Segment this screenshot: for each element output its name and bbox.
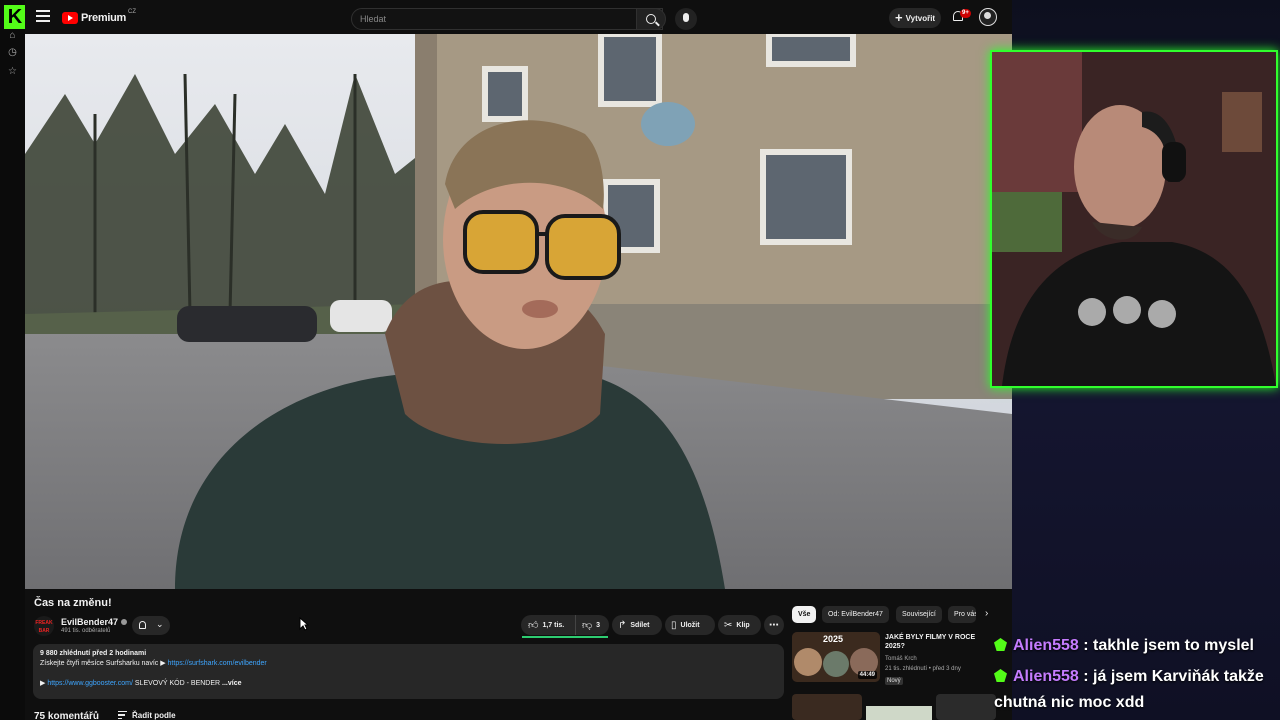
notification-badge: 9+ <box>960 9 971 18</box>
chat-message: Alien558 : já jsem Karviňák takže <box>994 668 1264 686</box>
thumbs-down-icon: 👎︎ <box>582 620 593 631</box>
more-actions-button[interactable]: ⋯ <box>764 615 784 635</box>
share-label: Sdílet <box>630 621 650 629</box>
share-icon: ↱ <box>618 619 627 631</box>
create-button[interactable]: + Vytvořit <box>889 8 941 28</box>
youtube-topbar: Premium CZ + Vytvořit 9+ <box>25 0 1012 34</box>
search-input[interactable] <box>352 9 592 29</box>
like-ratio-bar <box>522 636 608 638</box>
chat-message-continuation: chutná nic moc xdd <box>994 694 1145 711</box>
channel-name[interactable]: EvilBender47 <box>61 617 128 627</box>
new-badge: Nový <box>885 677 903 685</box>
chip-for-you[interactable]: Pro vás <box>948 606 976 623</box>
history-icon[interactable]: ◷ <box>7 47 18 58</box>
related-video-thumbnail[interactable] <box>866 706 932 720</box>
chat-text: : já jsem Karviňák takže <box>1078 668 1264 685</box>
microphone-icon <box>683 13 689 22</box>
chevron-right-icon[interactable]: › <box>985 608 988 619</box>
dislike-count: 3 <box>596 621 601 629</box>
related-video-title[interactable]: JAKÉ BYLY FILMY V ROCE 2025? <box>885 633 990 651</box>
video-player[interactable] <box>25 34 1012 589</box>
bell-icon <box>139 621 146 629</box>
description-line-1: Získejte čtyři měsíce Surfsharku navíc ▶… <box>40 659 777 667</box>
channel-avatar[interactable]: FREAK BAR <box>34 616 54 636</box>
search-button[interactable] <box>636 8 666 30</box>
create-label: Vytvořit <box>905 13 936 23</box>
like-count: 1,7 tis. <box>542 621 565 629</box>
clip-button[interactable]: ✂ Klip <box>718 615 761 635</box>
related-video-channel[interactable]: Tomáš Krch <box>885 656 917 662</box>
related-video-thumbnail[interactable]: 2025 44:49 <box>792 632 880 682</box>
dislike-button[interactable]: 👎︎ 3 <box>576 615 600 635</box>
youtube-logo[interactable]: Premium CZ <box>62 9 136 25</box>
subscribed-bell-button[interactable]: ⌄ <box>132 616 170 635</box>
show-more-link[interactable]: ...více <box>222 680 241 687</box>
search-icon <box>646 14 656 24</box>
webcam-scene <box>992 52 1276 386</box>
subscriber-count: 491 tis. odběratelů <box>61 628 111 634</box>
chevron-down-icon: ⌄ <box>156 619 164 629</box>
like-dislike-group: 👍︎ 1,7 tis. 👎︎ 3 <box>521 615 609 635</box>
chat-username[interactable]: Alien558 <box>1013 668 1079 685</box>
mouse-cursor-icon <box>299 617 309 631</box>
video-duration: 44:49 <box>857 671 877 679</box>
kick-logo[interactable]: K <box>4 5 26 29</box>
streamer-webcam <box>990 50 1278 388</box>
account-avatar[interactable] <box>979 8 997 26</box>
ggbooster-link[interactable]: https://www.ggbooster.com/ <box>47 680 133 687</box>
chip-from-channel[interactable]: Od: EvilBender47 <box>822 606 889 623</box>
sort-icon <box>118 711 127 720</box>
clip-label: Klip <box>736 621 750 629</box>
search-box <box>351 8 663 30</box>
video-frame-scene <box>25 34 1012 589</box>
view-count-and-date: 9 880 zhlédnutí před 2 hodinami <box>40 650 147 657</box>
screen: K ⌂ ◷ ☆ Premium CZ + Vytvořit 9+ <box>0 0 1280 720</box>
chip-all[interactable]: Vše <box>792 606 817 623</box>
video-title: Čas na změnu! <box>34 597 112 609</box>
chat-text: : takhle jsem to myslel <box>1078 637 1254 654</box>
scissors-icon: ✂ <box>724 619 733 631</box>
alien-badge-icon <box>994 638 1007 651</box>
youtube-play-icon <box>62 12 78 24</box>
bookmark-icon: ▯ <box>671 619 677 631</box>
comments-count: 75 komentářů <box>34 711 100 720</box>
more-icon: ⋯ <box>769 619 779 631</box>
notifications-button[interactable]: 9+ <box>951 9 971 25</box>
related-video-meta: 21 tis. zhlédnutí • před 3 dny <box>885 666 961 672</box>
alien-badge-icon <box>994 669 1007 682</box>
save-label: Uložit <box>680 621 700 629</box>
surfshark-link[interactable]: https://surfshark.com/evilbender <box>168 660 267 667</box>
related-video-thumbnail[interactable] <box>936 694 996 720</box>
description-box[interactable]: 9 880 zhlédnutí před 2 hodinami Získejte… <box>33 644 784 699</box>
sort-label: Řadit podle <box>132 711 176 720</box>
thumbnail-year-text: 2025 <box>823 634 844 644</box>
region-code: CZ <box>127 9 136 15</box>
surfshark-text: Získejte čtyři měsíce Surfsharku navíc ▶ <box>40 660 168 667</box>
star-icon[interactable]: ☆ <box>7 66 18 77</box>
related-video-thumbnail[interactable] <box>792 694 862 720</box>
sort-comments-button[interactable]: Řadit podle <box>118 711 176 720</box>
voice-search-button[interactable] <box>675 8 697 30</box>
chat-username[interactable]: Alien558 <box>1013 637 1079 654</box>
youtube-brand: Premium <box>81 12 126 24</box>
verified-icon <box>121 619 128 625</box>
kick-sidebar: K ⌂ ◷ ☆ <box>0 0 26 720</box>
like-button[interactable]: 👍︎ 1,7 tis. <box>521 615 576 635</box>
discount-code-text: SLEVOVÝ KÓD - BENDER <box>132 680 221 687</box>
home-icon[interactable]: ⌂ <box>7 30 18 41</box>
thumbs-up-icon: 👍︎ <box>528 620 539 631</box>
chat-message: Alien558 : takhle jsem to myslel <box>994 637 1254 655</box>
channel-name-text[interactable]: EvilBender47 <box>61 617 118 627</box>
description-line-2: ▶ https://www.ggbooster.com/ SLEVOVÝ KÓD… <box>40 679 777 687</box>
save-button[interactable]: ▯ Uložit <box>665 615 715 635</box>
plus-icon: + <box>895 10 903 25</box>
chip-related[interactable]: Související <box>896 606 942 623</box>
hamburger-menu-icon[interactable] <box>36 10 50 24</box>
share-button[interactable]: ↱ Sdílet <box>612 615 662 635</box>
